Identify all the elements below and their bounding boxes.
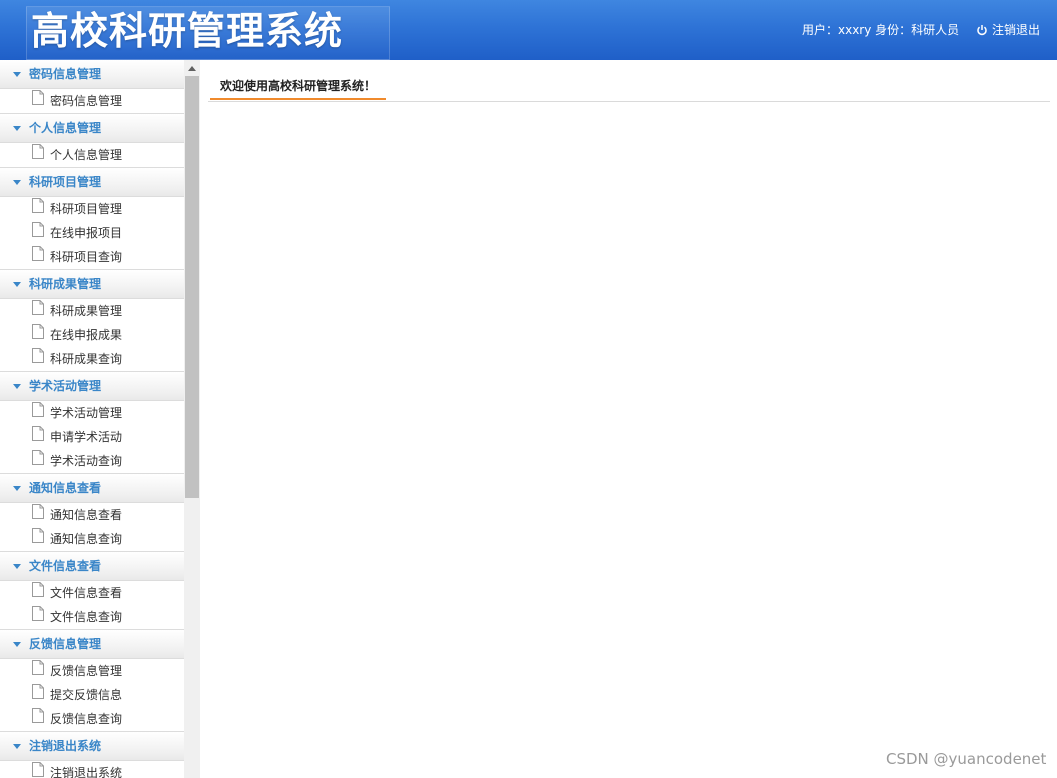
sidebar-group-header[interactable]: 密码信息管理 [0, 60, 184, 89]
app-title: 高校科研管理系统 [31, 9, 344, 53]
caret-down-icon [13, 743, 21, 749]
sidebar-item-label: 密码信息管理 [50, 94, 123, 108]
sidebar-item[interactable]: 学术活动管理 [0, 401, 184, 425]
sidebar-group-title: 科研项目管理 [29, 175, 102, 189]
sidebar-item[interactable]: 注销退出系统 [0, 761, 184, 778]
sidebar-item-label: 科研成果管理 [50, 304, 123, 318]
sidebar-item[interactable]: 通知信息查询 [0, 527, 184, 551]
sidebar-item-label: 反馈信息查询 [50, 712, 123, 726]
sidebar-item[interactable]: 文件信息查询 [0, 605, 184, 629]
sidebar-item[interactable]: 反馈信息管理 [0, 659, 184, 683]
sidebar-item[interactable]: 在线申报项目 [0, 221, 184, 245]
caret-down-icon [13, 563, 21, 569]
caret-down-icon [13, 281, 21, 287]
sidebar-item-label: 申请学术活动 [50, 430, 123, 444]
sidebar-group-title: 文件信息查看 [29, 559, 102, 573]
document-icon [32, 707, 44, 731]
document-icon [32, 299, 44, 323]
document-icon [32, 605, 44, 629]
sidebar-item[interactable]: 密码信息管理 [0, 89, 184, 113]
sidebar-group-header[interactable]: 反馈信息管理 [0, 629, 184, 659]
sidebar-group-header[interactable]: 通知信息查看 [0, 473, 184, 503]
document-icon [32, 683, 44, 707]
sidebar-group-title: 注销退出系统 [29, 739, 102, 753]
tab-bar: 欢迎使用高校科研管理系统！ [208, 74, 1050, 102]
sidebar-group-title: 个人信息管理 [29, 121, 102, 135]
scroll-up-arrow-icon[interactable] [184, 60, 200, 76]
document-icon [32, 347, 44, 371]
sidebar-item-label: 在线申报成果 [50, 328, 123, 342]
sidebar-group-header[interactable]: 科研项目管理 [0, 167, 184, 197]
document-icon [32, 197, 44, 221]
document-icon [32, 323, 44, 347]
sidebar-item-label: 科研成果查询 [50, 352, 123, 366]
caret-down-icon [13, 125, 21, 131]
user-info: 用户：xxxry 身份：科研人员 [802, 23, 960, 37]
sidebar-item-label: 提交反馈信息 [50, 688, 123, 702]
sidebar-item[interactable]: 反馈信息查询 [0, 707, 184, 731]
document-icon [32, 581, 44, 605]
document-icon [32, 449, 44, 473]
logout-button[interactable]: 注销退出 [976, 20, 1040, 40]
document-icon [32, 143, 44, 167]
power-icon [977, 25, 987, 36]
sidebar-group-title: 反馈信息管理 [29, 637, 102, 651]
sidebar-item-label: 个人信息管理 [50, 148, 123, 162]
document-icon [32, 401, 44, 425]
sidebar-item[interactable]: 在线申报成果 [0, 323, 184, 347]
caret-down-icon [13, 485, 21, 491]
sidebar-group-header[interactable]: 学术活动管理 [0, 371, 184, 401]
document-icon [32, 659, 44, 683]
document-icon [32, 221, 44, 245]
document-icon [32, 503, 44, 527]
caret-down-icon [13, 641, 21, 647]
sidebar-item-label: 科研项目管理 [50, 202, 123, 216]
document-icon [32, 245, 44, 269]
document-icon [32, 761, 44, 778]
top-header: 高校科研管理系统 用户：xxxry 身份：科研人员 注销退出 [0, 0, 1057, 60]
sidebar-item-label: 科研项目查询 [50, 250, 123, 264]
sidebar-item[interactable]: 科研项目管理 [0, 197, 184, 221]
sidebar-item-label: 文件信息查询 [50, 610, 123, 624]
caret-down-icon [13, 179, 21, 185]
scrollbar-thumb[interactable] [185, 76, 199, 498]
logout-label: 注销退出 [992, 23, 1041, 37]
sidebar-menu: 密码信息管理 密码信息管理 个人信息管理 个人信息管理 科研项目管理 科研项目管理 在线申报… [0, 60, 185, 778]
sidebar-group-title: 密码信息管理 [29, 67, 102, 81]
sidebar-item-label: 反馈信息管理 [50, 664, 123, 678]
sidebar-group-header[interactable]: 科研成果管理 [0, 269, 184, 299]
sidebar-item[interactable]: 个人信息管理 [0, 143, 184, 167]
sidebar-group-header[interactable]: 个人信息管理 [0, 113, 184, 143]
sidebar-group-title: 通知信息查看 [29, 481, 102, 495]
document-icon [32, 527, 44, 551]
sidebar-item-label: 文件信息查看 [50, 586, 123, 600]
sidebar-item[interactable]: 科研成果管理 [0, 299, 184, 323]
sidebar-item-label: 学术活动查询 [50, 454, 123, 468]
sidebar-item[interactable]: 文件信息查看 [0, 581, 184, 605]
sidebar-item-label: 通知信息查看 [50, 508, 123, 522]
sidebar-group-title: 科研成果管理 [29, 277, 102, 291]
caret-down-icon [13, 383, 21, 389]
watermark: CSDN @yuancodenet [886, 750, 1047, 768]
tab-welcome[interactable]: 欢迎使用高校科研管理系统！ [210, 74, 386, 100]
sidebar-item[interactable]: 科研成果查询 [0, 347, 184, 371]
sidebar-item-label: 学术活动管理 [50, 406, 123, 420]
sidebar-item[interactable]: 申请学术活动 [0, 425, 184, 449]
sidebar-item[interactable]: 通知信息查看 [0, 503, 184, 527]
sidebar-item[interactable]: 学术活动查询 [0, 449, 184, 473]
document-icon [32, 425, 44, 449]
sidebar-group-header[interactable]: 注销退出系统 [0, 731, 184, 761]
sidebar-scrollbar[interactable] [184, 60, 200, 778]
sidebar-item-label: 通知信息查询 [50, 532, 123, 546]
sidebar-item-label: 注销退出系统 [50, 766, 123, 778]
sidebar-item-label: 在线申报项目 [50, 226, 123, 240]
sidebar-item[interactable]: 科研项目查询 [0, 245, 184, 269]
caret-down-icon [13, 71, 21, 77]
sidebar-group-title: 学术活动管理 [29, 379, 102, 393]
document-icon [32, 89, 44, 113]
sidebar-group-header[interactable]: 文件信息查看 [0, 551, 184, 581]
sidebar-item[interactable]: 提交反馈信息 [0, 683, 184, 707]
